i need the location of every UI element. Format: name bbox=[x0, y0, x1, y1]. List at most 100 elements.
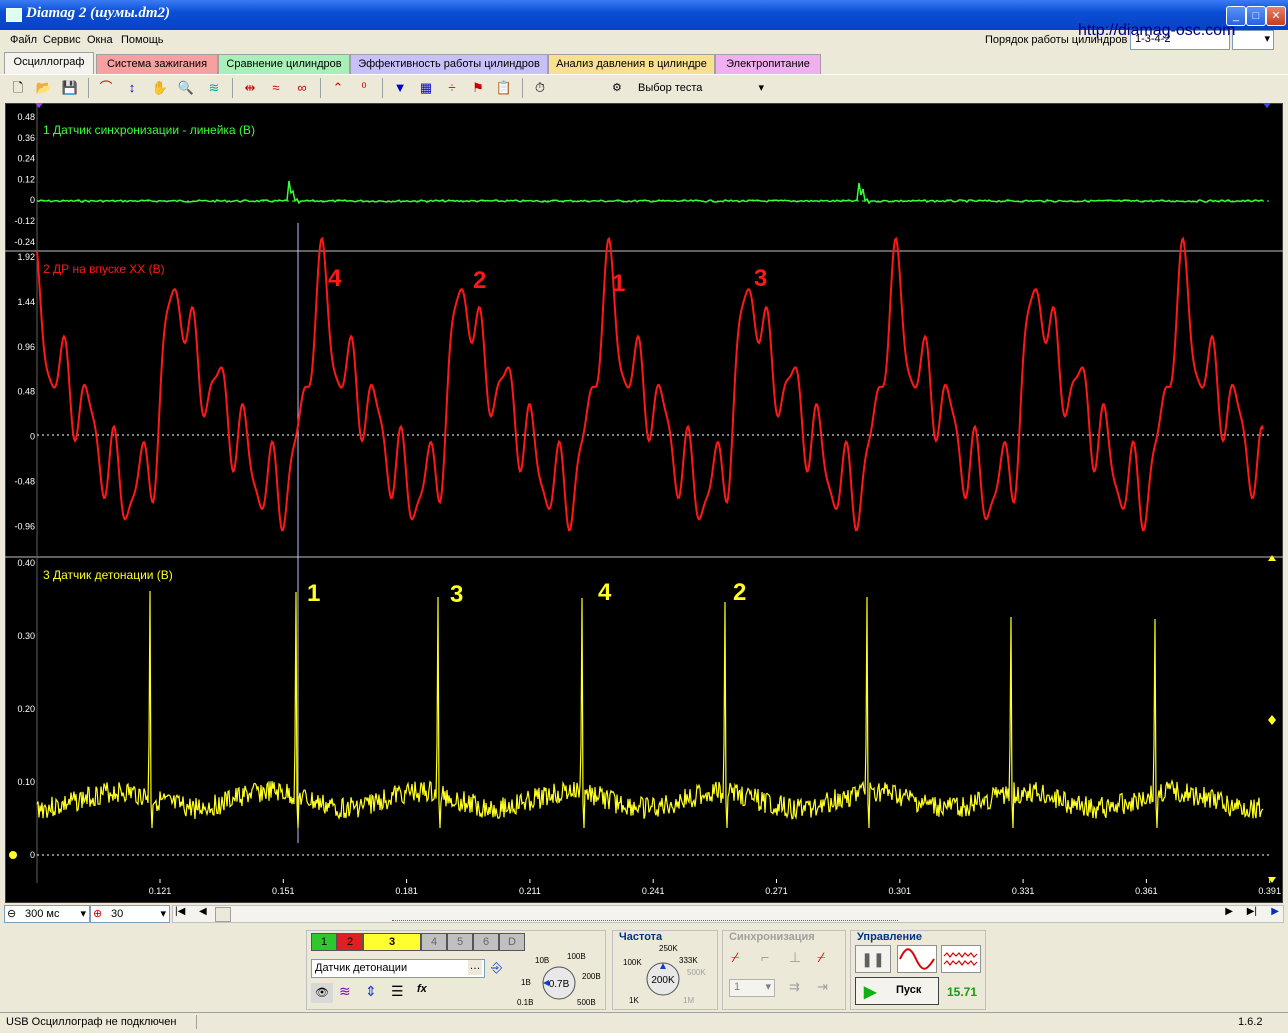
time-tick-label: 0.151 bbox=[272, 886, 295, 896]
svg-text:0.7В: 0.7В bbox=[549, 979, 570, 990]
ch2-tick-label: -0.48 bbox=[14, 477, 35, 487]
funnel-icon[interactable]: ▼ bbox=[390, 78, 410, 98]
timebase-select[interactable]: ⊖ 300 мс ▾ bbox=[4, 905, 90, 923]
noise-icon bbox=[943, 952, 978, 966]
filter-icon[interactable]: ≋ bbox=[204, 78, 224, 98]
ellipsis-button[interactable]: … bbox=[468, 960, 482, 975]
sync-channel-select[interactable]: 1 ▾ bbox=[729, 979, 775, 997]
function-icon[interactable]: fx bbox=[417, 983, 427, 995]
level-marker[interactable] bbox=[1268, 715, 1276, 725]
pause-button[interactable]: ❚❚ bbox=[855, 945, 891, 973]
time-tick-label: 0.361 bbox=[1135, 886, 1158, 896]
trace-sync bbox=[36, 180, 1264, 205]
sync-collapse-icon[interactable]: ⇥ bbox=[817, 979, 828, 995]
single-mode-button[interactable] bbox=[897, 945, 937, 973]
ch3-tick-label: 0.40 bbox=[17, 558, 35, 568]
zoom-icon[interactable]: 🔍 bbox=[176, 78, 196, 98]
red-annotation-3: 1 bbox=[612, 270, 625, 297]
tab-cylinder-efficiency[interactable]: Эффективность работы цилиндров bbox=[350, 54, 548, 74]
overlay-icon[interactable]: ∞ bbox=[292, 78, 312, 98]
yellow-annotation-3: 4 bbox=[598, 579, 612, 606]
control-title: Управление bbox=[857, 931, 923, 943]
ch2-tick-label: 1.92 bbox=[17, 252, 35, 262]
tab-cylinder-pressure[interactable]: Анализ давления в цилиндре bbox=[548, 54, 715, 74]
eye-icon[interactable]: 👁 bbox=[311, 983, 333, 1003]
invert-icon[interactable]: ⇕ bbox=[365, 983, 377, 1000]
status-bar: USB Осциллограф не подключен 1.6.2 bbox=[0, 1012, 1288, 1033]
tab-oscilloscope[interactable]: Осциллограф bbox=[4, 52, 94, 74]
svg-text:200K: 200K bbox=[651, 975, 675, 986]
chevron-down-icon: ▾ bbox=[758, 82, 764, 94]
channel-button-5[interactable]: 5 bbox=[447, 933, 473, 951]
flag-icon[interactable]: ⚑ bbox=[468, 78, 488, 98]
test-select[interactable]: ⚙ Выбор теста ▾ bbox=[612, 79, 772, 97]
new-file-icon[interactable]: 🗋 bbox=[8, 78, 28, 98]
trace-pressure bbox=[36, 236, 1264, 532]
sync-rise-icon[interactable]: ⌿ bbox=[731, 949, 739, 966]
channel-button-4[interactable]: 4 bbox=[421, 933, 447, 951]
report-icon[interactable]: 📋 bbox=[494, 78, 514, 98]
scroll-up-marker[interactable] bbox=[1268, 555, 1276, 561]
svg-text:1K: 1K bbox=[629, 996, 639, 1005]
ch1-tick-label: 0.36 bbox=[17, 133, 35, 143]
panel-splitter[interactable] bbox=[392, 920, 898, 926]
wave-icon[interactable]: ≈ bbox=[266, 78, 286, 98]
zero-marker[interactable] bbox=[9, 851, 17, 859]
zoom-in-icon: ⊕ bbox=[93, 908, 103, 920]
go-start-icon: |◀ bbox=[175, 906, 186, 917]
sync-level-icon[interactable]: ⊥ bbox=[789, 949, 801, 966]
trace-knock bbox=[36, 590, 1264, 829]
scroll-thumb[interactable] bbox=[215, 907, 231, 922]
auto-clock-icon[interactable]: ⏱ bbox=[530, 78, 550, 98]
channel-button-6[interactable]: 6 bbox=[473, 933, 499, 951]
zoom-select[interactable]: ⊕ 30 ▾ bbox=[90, 905, 170, 923]
auto-scale-icon[interactable]: ⌃ bbox=[328, 78, 348, 98]
measure-icon[interactable]: ↕ bbox=[122, 78, 142, 98]
cursor-icon[interactable]: ⌒ bbox=[96, 78, 116, 98]
voltage-knob[interactable]: 0.7В 10В 100В 200В 500В 0.1В 1В bbox=[515, 945, 603, 1009]
sync-off-icon[interactable]: ⌿ bbox=[817, 949, 825, 966]
ch3-tick-label: 0.20 bbox=[17, 704, 35, 714]
time-tick-label: 0.181 bbox=[395, 886, 418, 896]
connect-icon[interactable]: ⎆ bbox=[491, 959, 502, 976]
menu-service[interactable]: Сервис bbox=[43, 34, 81, 46]
hand-icon[interactable]: ✋ bbox=[150, 78, 170, 98]
oscilloscope-view[interactable]: 0.48 0.36 0.24 0.12 0 -0.12 -0.24 1.92 1.44 0.96… bbox=[5, 103, 1283, 903]
continuous-mode-button[interactable] bbox=[941, 945, 981, 973]
status-text: USB Осциллограф не подключен bbox=[6, 1016, 177, 1028]
grid-icon[interactable]: ▦ bbox=[416, 78, 436, 98]
lines-icon[interactable]: ☰ bbox=[391, 983, 404, 1000]
frequency-knob[interactable]: 200K 250K 333K 500K 1M 1K 100K bbox=[615, 941, 715, 1007]
sync-offset-icon[interactable]: ⇉ bbox=[789, 979, 800, 995]
divider-icon[interactable]: ÷ bbox=[442, 78, 462, 98]
svg-text:100K: 100K bbox=[623, 958, 642, 967]
save-icon[interactable]: 💾 bbox=[60, 78, 80, 98]
spread-icon[interactable]: ⇹ bbox=[240, 78, 260, 98]
ch2-tick-label: -0.96 bbox=[14, 521, 35, 531]
time-tick-label: 0.391 bbox=[1258, 886, 1281, 896]
channel-marker-top[interactable] bbox=[35, 103, 43, 108]
waveform-icon[interactable]: ≋ bbox=[339, 983, 351, 1000]
menu-windows[interactable]: Окна bbox=[87, 34, 113, 46]
close-button[interactable]: ✕ bbox=[1266, 6, 1286, 26]
channel-panel: 1 2 3 4 5 6 D Датчик детонации … ⎆ 👁 ≋ ⇕… bbox=[306, 930, 606, 1010]
menu-file[interactable]: Файл bbox=[10, 34, 37, 46]
channel-name-input[interactable]: Датчик детонации … bbox=[311, 959, 485, 978]
tab-power-supply[interactable]: Электропитание bbox=[715, 54, 821, 74]
zero-icon[interactable]: ⁰ bbox=[354, 78, 374, 98]
sync-fall-icon[interactable]: ⌐ bbox=[761, 949, 769, 965]
maximize-button[interactable]: □ bbox=[1246, 6, 1266, 26]
channel-button-1[interactable]: 1 bbox=[311, 933, 337, 951]
channel-button-3[interactable]: 3 bbox=[363, 933, 421, 951]
cylinder-count-select[interactable]: ▾ bbox=[1232, 30, 1274, 50]
channel-marker-top-right[interactable] bbox=[1263, 103, 1271, 108]
menu-help[interactable]: Помощь bbox=[121, 34, 164, 46]
tab-cylinder-compare[interactable]: Сравнение цилиндров bbox=[218, 54, 350, 74]
start-button[interactable]: ▶ Пуск bbox=[855, 977, 939, 1005]
channel-button-2[interactable]: 2 bbox=[337, 933, 363, 951]
frequency-panel: Частота 200K 250K 333K 500K 1M 1K 100K bbox=[612, 930, 718, 1010]
open-folder-icon[interactable]: 📂 bbox=[34, 78, 54, 98]
tab-ignition[interactable]: Система зажигания bbox=[96, 54, 218, 74]
play-icon: ▶ bbox=[864, 984, 877, 1001]
svg-text:500В: 500В bbox=[577, 998, 596, 1007]
